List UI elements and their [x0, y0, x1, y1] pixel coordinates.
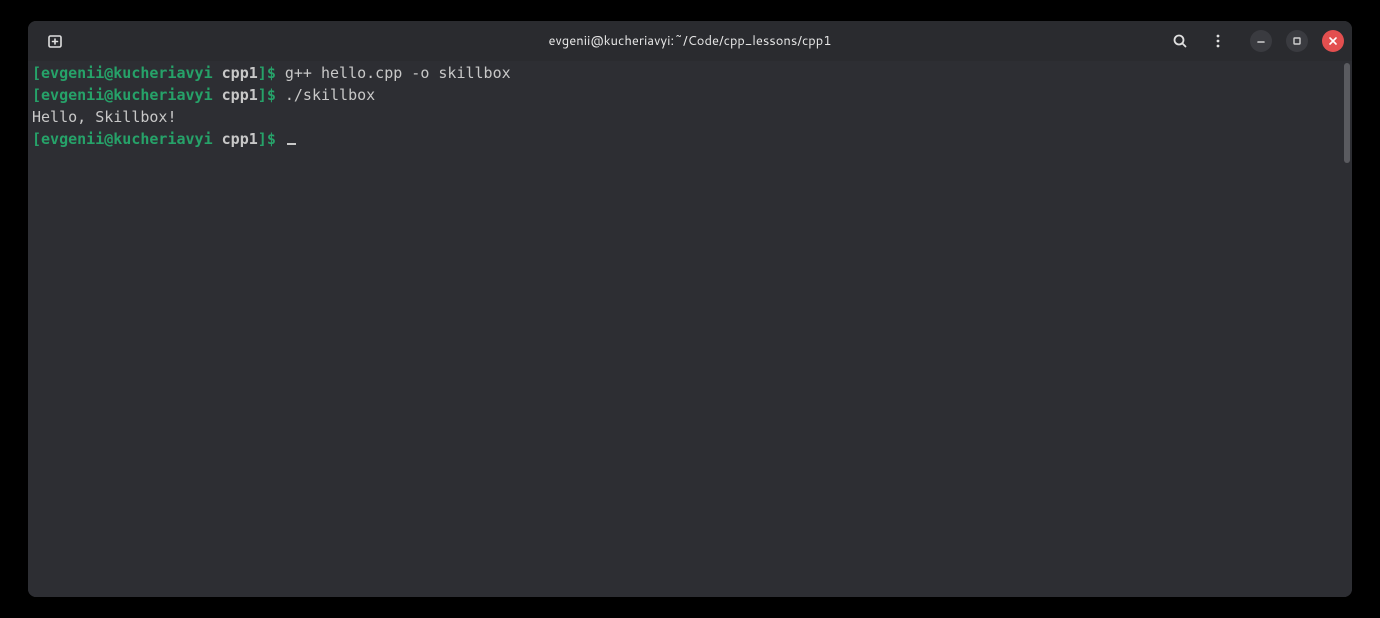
- prompt-host: kucheriavyi: [113, 86, 212, 104]
- close-button[interactable]: [1322, 30, 1344, 52]
- search-icon[interactable]: [1168, 29, 1192, 53]
- titlebar-right: [1168, 29, 1344, 53]
- minimize-button[interactable]: [1250, 30, 1272, 52]
- titlebar[interactable]: evgenii@kucheriavyi:~/Code/cpp_lessons/c…: [28, 21, 1352, 61]
- prompt-at: @: [104, 86, 113, 104]
- terminal-body[interactable]: [evgenii@kucheriavyi cpp1]$ g++ hello.cp…: [28, 61, 1352, 597]
- prompt-bracket: [: [32, 86, 41, 104]
- prompt-bracket: ]: [258, 64, 267, 82]
- window-title: evgenii@kucheriavyi:~/Code/cpp_lessons/c…: [549, 32, 832, 50]
- titlebar-left: [36, 29, 68, 53]
- prompt-user: evgenii: [41, 130, 104, 148]
- menu-icon[interactable]: [1206, 29, 1230, 53]
- prompt-dir: cpp1: [222, 64, 258, 82]
- new-tab-icon[interactable]: [44, 29, 68, 53]
- prompt-user: evgenii: [41, 64, 104, 82]
- prompt-bracket: [: [32, 64, 41, 82]
- prompt-dollar: $: [267, 130, 276, 148]
- prompt-bracket: ]: [258, 86, 267, 104]
- scrollbar[interactable]: [1344, 63, 1350, 163]
- prompt-bracket: [: [32, 130, 41, 148]
- prompt-dollar: $: [267, 86, 276, 104]
- prompt-user: evgenii: [41, 86, 104, 104]
- prompt-host: kucheriavyi: [113, 130, 212, 148]
- terminal-line: [evgenii@kucheriavyi cpp1]$ g++ hello.cp…: [32, 62, 1348, 84]
- prompt-host: kucheriavyi: [113, 64, 212, 82]
- command-text: g++ hello.cpp -o skillbox: [285, 64, 511, 82]
- terminal-line: [evgenii@kucheriavyi cpp1]$ ./skillbox: [32, 84, 1348, 106]
- prompt-dollar: $: [267, 64, 276, 82]
- output-line: Hello, Skillbox!: [32, 106, 1348, 128]
- prompt-bracket: ]: [258, 130, 267, 148]
- terminal-window: evgenii@kucheriavyi:~/Code/cpp_lessons/c…: [28, 21, 1352, 597]
- prompt-dir: cpp1: [222, 86, 258, 104]
- terminal-line: [evgenii@kucheriavyi cpp1]$: [32, 128, 1348, 150]
- cursor: [287, 143, 296, 145]
- maximize-button[interactable]: [1286, 30, 1308, 52]
- command-text: ./skillbox: [285, 86, 375, 104]
- prompt-at: @: [104, 130, 113, 148]
- prompt-dir: cpp1: [222, 130, 258, 148]
- prompt-at: @: [104, 64, 113, 82]
- window-controls: [1250, 30, 1344, 52]
